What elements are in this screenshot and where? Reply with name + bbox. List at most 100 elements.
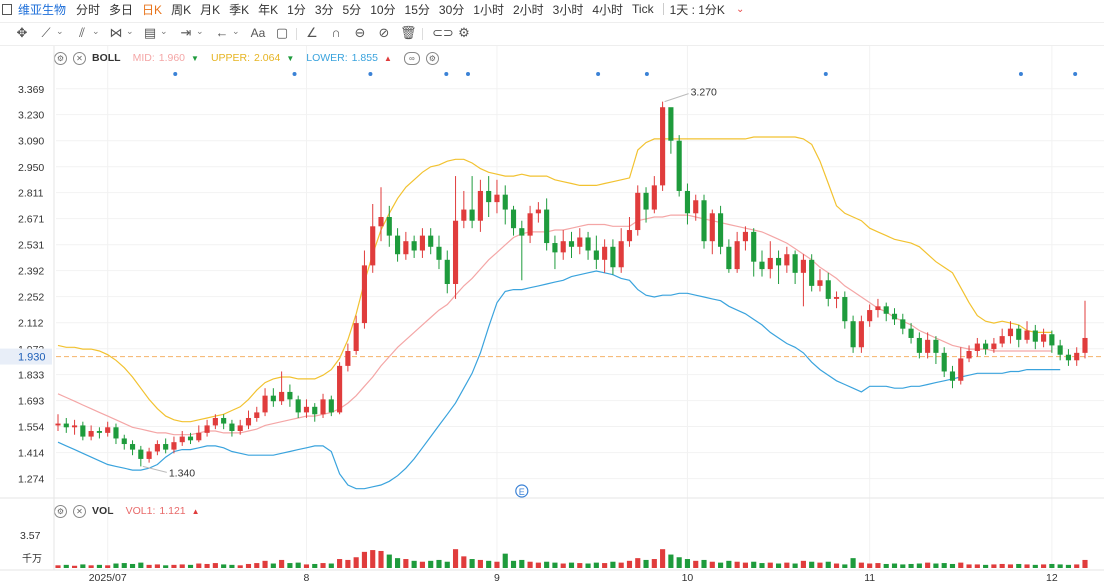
candle-body [279, 391, 285, 402]
volume-bar [585, 563, 591, 568]
candle-body [1057, 345, 1063, 355]
candle-body [254, 412, 260, 418]
link-icon[interactable]: ∞ [403, 51, 420, 65]
gear-icon[interactable]: ⚙ [54, 504, 67, 518]
timeframe-3[interactable]: 周K [171, 1, 191, 18]
candle-body [171, 442, 177, 450]
candle-body [734, 241, 740, 270]
candle-body [88, 431, 94, 437]
candle-body [196, 432, 202, 441]
volume-bar [875, 563, 881, 568]
chevron-down-icon[interactable]: ⌄ [196, 26, 204, 37]
timeframe-7[interactable]: 1分 [287, 1, 306, 18]
timeframe-13[interactable]: 1小时 [473, 1, 504, 18]
timeframe-18[interactable]: 1天 : 1分K [670, 1, 725, 18]
x-tick-label: 10 [682, 572, 694, 584]
timeframe-1[interactable]: 多日 [109, 1, 133, 18]
candle-body [486, 190, 492, 203]
close-icon[interactable]: ✕ [73, 504, 86, 518]
chevron-down-icon[interactable]: ⌄ [126, 26, 134, 37]
fib-tool-icon[interactable]: ▤ [142, 25, 158, 41]
volume-bar [138, 562, 144, 568]
close-icon[interactable]: ✕ [73, 51, 86, 65]
link-icon[interactable]: ⊂⊃ [432, 25, 454, 41]
candle-body [337, 365, 343, 413]
settings-icon[interactable]: ⚙ [456, 25, 472, 41]
timeframe-15[interactable]: 3小时 [553, 1, 584, 18]
timeframe-10[interactable]: 10分 [370, 1, 395, 18]
volume-bar [949, 563, 956, 568]
candle-body [105, 427, 111, 433]
timeframe-4[interactable]: 月K [200, 1, 220, 18]
chevron-down-icon[interactable]: ⌄ [92, 26, 100, 37]
boll-legend: ⚙ ✕ BOLL MID: 1.960 ▼ UPPER: 2.064 ▼ LOW… [54, 50, 445, 66]
volume-bar [121, 563, 127, 568]
boll-lower-label: LOWER: [306, 52, 348, 64]
timeframe-17[interactable]: Tick [632, 2, 654, 16]
boll-mid-value: 1.960 [158, 52, 186, 64]
channel-tool-icon[interactable]: ⫽ [74, 25, 90, 41]
timeframe-9[interactable]: 5分 [343, 1, 362, 18]
chevron-down-icon[interactable]: ⌄ [160, 26, 168, 37]
volume-bar [428, 560, 434, 568]
timeframe-16[interactable]: 4小时 [592, 1, 623, 18]
candle-body [80, 425, 86, 437]
candle-body [585, 237, 591, 251]
volume-y-tick: 3.57 [20, 530, 41, 542]
timeframe-12[interactable]: 30分 [439, 1, 464, 18]
candle-body [966, 350, 972, 359]
magnet-icon[interactable]: ∩ [328, 25, 344, 41]
chevron-down-icon[interactable]: ⌄ [56, 26, 64, 37]
candle-body [883, 306, 889, 314]
volume-bar [825, 561, 831, 568]
candle-body [775, 257, 782, 266]
gear-icon[interactable]: ⚙ [425, 51, 439, 65]
timeframe-6[interactable]: 年K [258, 1, 278, 18]
line-tool-icon[interactable]: ⟋ [38, 25, 54, 41]
candle-body [270, 395, 276, 402]
timeframe-2[interactable]: 日K [142, 1, 162, 18]
timeframe-14[interactable]: 2小时 [513, 1, 544, 18]
volume-bar [88, 565, 94, 568]
timeframe-8[interactable]: 3分 [315, 1, 334, 18]
volume-bar [900, 564, 906, 568]
candle-body [610, 246, 616, 268]
measure-tool-icon[interactable]: ⇥ [178, 25, 194, 41]
gear-icon[interactable]: ⚙ [54, 51, 67, 65]
candle-body [709, 213, 715, 242]
timeframe-0[interactable]: 分时 [76, 1, 100, 18]
panel-toggle-icon[interactable] [2, 3, 12, 15]
crosshair-icon[interactable]: ✥ [14, 25, 30, 41]
volume-bar [676, 557, 682, 568]
text-tool-icon[interactable]: Aa [250, 25, 266, 41]
candle-body [809, 259, 815, 286]
event-dot [173, 72, 178, 76]
note-tool-icon[interactable]: ▢ [274, 25, 290, 41]
y-tick-label: 3.369 [18, 84, 44, 96]
x-tick-label: 11 [864, 572, 875, 584]
trash-icon[interactable]: 🗑 [400, 25, 417, 41]
chevron-down-icon[interactable]: ⌄ [736, 4, 744, 15]
volume-bar [519, 559, 525, 568]
volume-bar [552, 562, 558, 568]
volume-bar [361, 551, 368, 568]
ruler-icon[interactable]: ∠ [304, 25, 320, 41]
candle-body [303, 406, 310, 413]
arrow-tool-icon[interactable]: ← [214, 25, 230, 41]
timeframe-5[interactable]: 季K [229, 1, 249, 18]
candle-body [908, 328, 914, 338]
candle-body [867, 310, 873, 322]
volume-bar [378, 550, 384, 568]
pattern-tool-icon[interactable]: ⋈ [108, 25, 124, 41]
lock-icon[interactable]: ⊖ [352, 25, 368, 41]
timeframe-11[interactable]: 15分 [405, 1, 430, 18]
volume-bar [370, 550, 376, 568]
volume-bar [403, 559, 409, 568]
stock-name[interactable]: 维亚生物 [18, 1, 66, 18]
candle-body [312, 406, 318, 415]
chevron-down-icon[interactable]: ⌄ [232, 26, 240, 37]
candle-body [1065, 354, 1072, 361]
volume-bar [958, 562, 964, 568]
volume-bar [535, 562, 541, 568]
hide-icon[interactable]: ⊘ [376, 25, 392, 41]
